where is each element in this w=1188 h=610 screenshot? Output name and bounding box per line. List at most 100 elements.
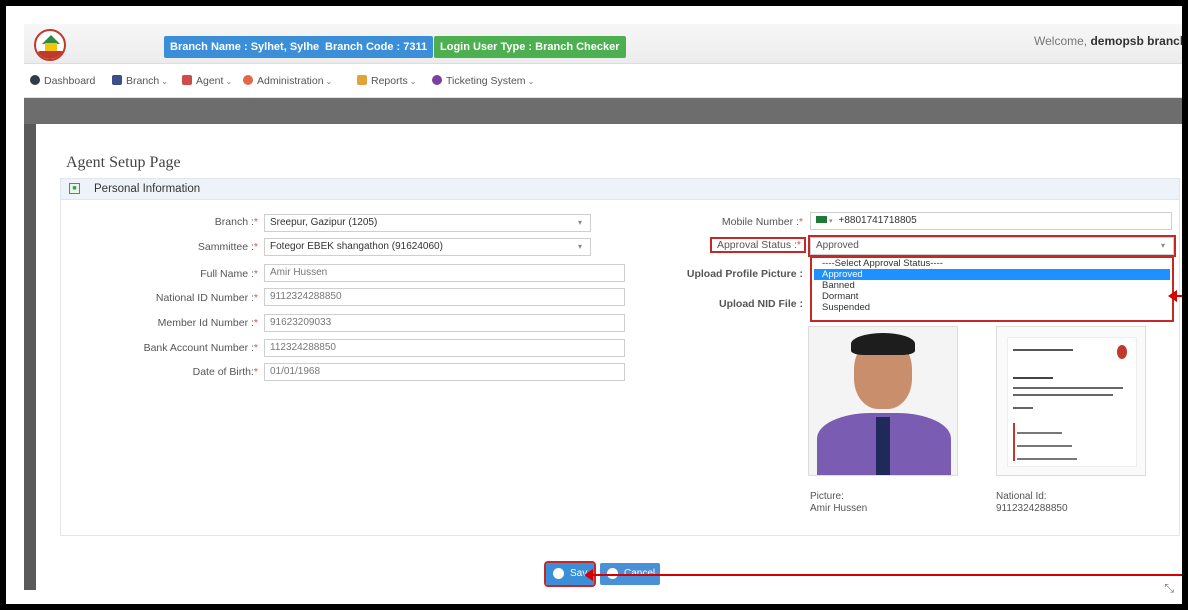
option-suspended[interactable]: Suspended <box>812 302 1172 313</box>
check-circle-icon <box>553 568 564 579</box>
dob-label: Date of Birth:* <box>192 366 258 378</box>
main-nav: Dashboard Branch ⌄ Agent ⌄ Administration ⌄… <box>24 66 1182 98</box>
nid-caption-value: 9112324288850 <box>996 503 1068 514</box>
approval-status-label: Approval Status :* <box>710 237 806 253</box>
tie-shape <box>876 417 890 475</box>
nav-branch[interactable]: Branch ⌄ <box>112 75 168 87</box>
user-icon <box>243 75 253 85</box>
page-title: Agent Setup Page <box>66 154 181 171</box>
left-gutter <box>24 124 36 590</box>
nav-ticketing-label: Ticketing System <box>446 75 526 87</box>
nav-dashboard-label: Dashboard <box>44 75 96 87</box>
picture-caption-label: Picture: <box>810 491 844 502</box>
member-id-label-text: Member Id Number : <box>157 317 254 329</box>
mobile-input[interactable]: ▾ +8801741718805 <box>810 212 1172 230</box>
branch-code-badge: Branch Code : 7311 <box>319 36 434 58</box>
branch-name-badge: Branch Name : Sylhet, Sylhet <box>164 36 329 58</box>
screenshot-frame: Branch Name : Sylhet, Sylhet Branch Code… <box>0 0 1188 610</box>
ticket-icon <box>432 75 442 85</box>
chevron-down-icon: ⌄ <box>161 77 168 86</box>
sammittee-select-value: Fotegor EBEK shangathon (91624060) <box>270 241 443 252</box>
section-header[interactable]: ■ Personal Information <box>60 178 1180 200</box>
welcome-prefix: Welcome, <box>1034 34 1091 48</box>
nav-reports[interactable]: Reports ⌄ <box>357 75 416 87</box>
upload-nid-label: Upload NID File : <box>719 298 803 310</box>
brand-logo[interactable] <box>34 29 66 61</box>
sammittee-label: Sammittee :* <box>197 241 258 253</box>
chevron-down-icon: ⌄ <box>527 77 535 86</box>
branch-label: Branch :* <box>214 216 258 228</box>
nav-administration[interactable]: Administration ⌄ <box>243 75 332 87</box>
top-header: Branch Name : Sylhet, Sylhet Branch Code… <box>24 24 1188 64</box>
option-select-placeholder[interactable]: ----Select Approval Status---- <box>812 258 1172 269</box>
member-id-label: Member Id Number :* <box>157 317 258 329</box>
nav-administration-label: Administration <box>257 75 324 87</box>
cart-icon <box>182 75 192 85</box>
branch-label-text: Branch : <box>214 216 254 228</box>
report-icon <box>357 75 367 85</box>
dob-label-text: Date of Birth: <box>192 366 254 378</box>
branch-select[interactable]: Sreepur, Gazipur (1205) ▾ <box>264 214 591 232</box>
picture-caption-name: Amir Hussen <box>810 503 868 514</box>
chevron-down-icon: ▾ <box>829 218 833 225</box>
nid-label-text: National ID Number : <box>155 292 254 304</box>
full-name-input[interactable]: Amir Hussen <box>264 264 625 282</box>
bank-account-label: Bank Account Number :* <box>143 342 258 354</box>
nid-caption-label: National Id: <box>996 491 1047 502</box>
user-type-badge: Login User Type : Branch Checker <box>434 36 626 58</box>
welcome-text[interactable]: Welcome, demopsb branchchecke <box>1034 34 1188 48</box>
option-banned[interactable]: Banned <box>812 280 1172 291</box>
branch-select-value: Sreepur, Gazipur (1205) <box>270 217 378 228</box>
dob-input[interactable]: 01/01/1968 <box>264 363 625 381</box>
picture-caption: Picture: Amir Hussen <box>810 491 867 515</box>
nid-input[interactable]: 9112324288850 <box>264 288 625 306</box>
collapse-icon: ■ <box>69 183 80 194</box>
dashboard-icon <box>30 75 40 85</box>
bank-account-label-text: Bank Account Number : <box>143 342 254 354</box>
save-annotation-line <box>592 574 1182 576</box>
dropdown-annotation-arrow <box>1168 290 1177 302</box>
upload-profile-label: Upload Profile Picture : <box>686 268 803 280</box>
bd-flag-icon <box>816 216 827 223</box>
chevron-down-icon: ⌄ <box>225 77 233 86</box>
main-content: Agent Setup Page ■ Personal Information … <box>38 126 1180 592</box>
welcome-user: demopsb branchchecke <box>1090 34 1188 48</box>
nav-branch-label: Branch <box>126 75 160 87</box>
approval-status-label-text: Approval Status : <box>716 239 797 251</box>
chevron-down-icon: ▾ <box>577 218 582 227</box>
chevron-down-icon: ▾ <box>1160 241 1165 250</box>
sammittee-select[interactable]: Fotegor EBEK shangathon (91624060) ▾ <box>264 238 591 256</box>
approval-status-value: Approved <box>816 240 859 251</box>
nid-label: National ID Number :* <box>155 292 258 304</box>
member-id-input[interactable]: 91623209033 <box>264 314 625 332</box>
mobile-label-text: Mobile Number : <box>721 216 799 228</box>
sammittee-label-text: Sammittee : <box>197 241 254 253</box>
full-name-label: Full Name :* <box>200 268 258 280</box>
dropdown-annotation-line <box>1176 295 1182 297</box>
mobile-value: +8801741718805 <box>838 215 917 226</box>
page-banner <box>24 98 1182 124</box>
nav-agent-label: Agent <box>196 75 224 87</box>
chevron-down-icon: ⌄ <box>409 77 417 86</box>
option-dormant[interactable]: Dormant <box>812 291 1172 302</box>
chevron-down-icon: ⌄ <box>325 77 333 86</box>
hair-shape <box>851 333 915 355</box>
bank-account-input[interactable]: 112324288850 <box>264 339 625 357</box>
nav-reports-label: Reports <box>371 75 408 87</box>
nav-dashboard[interactable]: Dashboard <box>30 75 95 87</box>
nav-agent[interactable]: Agent ⌄ <box>182 75 232 87</box>
profile-picture <box>808 326 958 476</box>
mobile-label: Mobile Number :* <box>721 216 803 228</box>
approval-status-select[interactable]: Approved ▾ <box>808 235 1176 257</box>
nid-document-image <box>996 326 1146 476</box>
resize-handle-icon[interactable]: ⤡ <box>1164 581 1174 596</box>
save-annotation-arrow <box>584 569 593 581</box>
option-approved[interactable]: Approved <box>814 269 1170 280</box>
section-title: Personal Information <box>94 183 201 195</box>
chevron-down-icon: ▾ <box>577 242 582 251</box>
bank-icon <box>112 75 122 85</box>
full-name-label-text: Full Name : <box>200 268 254 280</box>
nav-ticketing[interactable]: Ticketing System ⌄ <box>432 75 534 87</box>
nid-caption: National Id: 9112324288850 <box>996 491 1068 515</box>
approval-status-dropdown[interactable]: ----Select Approval Status---- Approved … <box>810 256 1174 322</box>
